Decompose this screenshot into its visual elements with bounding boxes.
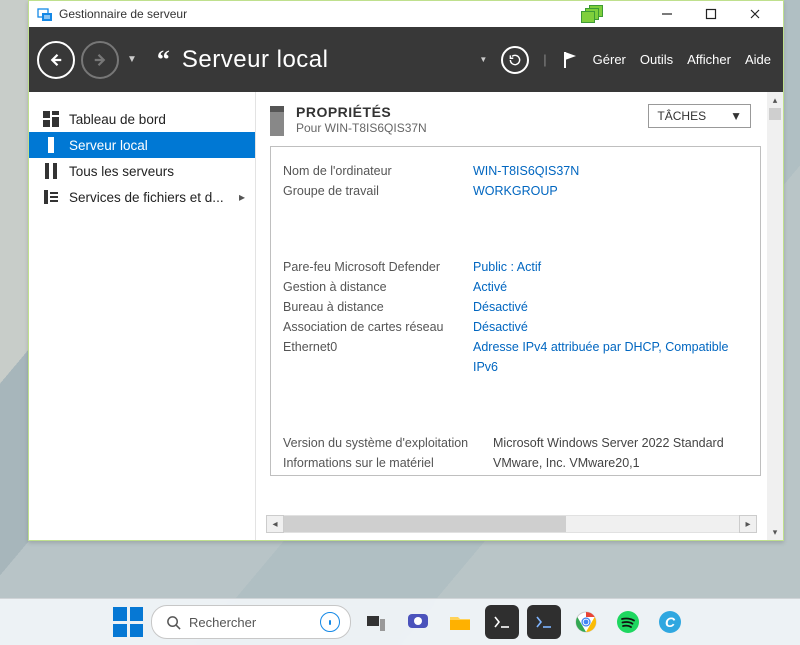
chat-icon[interactable] xyxy=(320,612,340,632)
taskbar-c-app-icon[interactable]: C xyxy=(653,605,687,639)
sidebar-item-label: Tableau de bord xyxy=(69,112,166,127)
sidebar-item-label: Tous les serveurs xyxy=(69,164,174,179)
taskbar: Rechercher C xyxy=(0,598,800,645)
scroll-down-arrow-icon[interactable]: ▾ xyxy=(767,524,783,540)
properties-panel: Nom de l'ordinateurWIN-T8IS6QIS37N Group… xyxy=(270,146,761,476)
menu-view[interactable]: Afficher xyxy=(687,52,731,67)
scroll-right-arrow-icon[interactable]: ▸ xyxy=(739,515,757,533)
taskbar-chrome-icon[interactable] xyxy=(569,605,603,639)
taskbar-search[interactable]: Rechercher xyxy=(151,605,351,639)
start-button[interactable] xyxy=(113,607,143,637)
history-dropdown-icon[interactable]: ▼ xyxy=(127,54,137,65)
dashboard-icon xyxy=(43,111,59,127)
maximize-button[interactable] xyxy=(689,2,733,26)
panel-title: PROPRIÉTÉS xyxy=(296,104,427,120)
notifications-flag-icon[interactable] xyxy=(561,50,579,70)
taskbar-explorer-icon[interactable] xyxy=(443,605,477,639)
titlebar: Gestionnaire de serveur xyxy=(29,1,783,27)
chevron-right-icon: ▸ xyxy=(239,190,245,204)
menu-tools[interactable]: Outils xyxy=(640,52,673,67)
back-button[interactable] xyxy=(37,41,75,79)
prop-val-firewall[interactable]: Public : Actif xyxy=(473,257,541,277)
taskbar-taskview-icon[interactable] xyxy=(359,605,393,639)
minimize-button[interactable] xyxy=(645,2,689,26)
taskbar-terminal2-icon[interactable] xyxy=(527,605,561,639)
file-services-icon xyxy=(43,189,59,205)
separator: | xyxy=(543,52,546,67)
prop-lbl-firewall: Pare-feu Microsoft Defender xyxy=(283,257,473,277)
search-placeholder: Rechercher xyxy=(189,615,256,630)
app-icon xyxy=(37,6,53,22)
breadcrumb-dropdown-icon[interactable]: ▼ xyxy=(479,55,487,64)
tasks-dropdown-button[interactable]: TÂCHES ▼ xyxy=(648,104,751,128)
close-button[interactable] xyxy=(733,2,777,26)
taskbar-spotify-icon[interactable] xyxy=(611,605,645,639)
forward-button[interactable] xyxy=(81,41,119,79)
header: ▼ “ Serveur local ▼ | Gérer Outils Affic… xyxy=(29,27,783,92)
search-icon xyxy=(166,615,181,630)
prop-lbl-remote-desktop: Bureau à distance xyxy=(283,297,473,317)
window-title: Gestionnaire de serveur xyxy=(59,7,187,21)
prop-val-workgroup[interactable]: WORKGROUP xyxy=(473,181,558,201)
sidebar-item-local-server[interactable]: Serveur local xyxy=(29,132,255,158)
scroll-left-arrow-icon[interactable]: ◂ xyxy=(266,515,284,533)
server-icon xyxy=(43,137,59,153)
prop-val-ethernet[interactable]: Adresse IPv4 attribuée par DHCP, Compati… xyxy=(473,337,748,377)
content: PROPRIÉTÉS Pour WIN-T8IS6QIS37N TÂCHES ▼… xyxy=(256,92,783,540)
breadcrumb-quote-icon: “ xyxy=(157,45,170,75)
prop-lbl-ethernet: Ethernet0 xyxy=(283,337,473,377)
menu-manage[interactable]: Gérer xyxy=(593,52,626,67)
refresh-button[interactable] xyxy=(501,46,529,74)
horizontal-scrollbar[interactable]: ◂ ▸ xyxy=(266,516,757,532)
sidebar-item-dashboard[interactable]: Tableau de bord xyxy=(29,106,255,132)
caret-down-icon: ▼ xyxy=(730,109,742,123)
prop-lbl-nic-teaming: Association de cartes réseau xyxy=(283,317,473,337)
cascade-windows-icon[interactable] xyxy=(581,5,605,23)
prop-val-os-version: Microsoft Windows Server 2022 Standard xyxy=(493,433,724,453)
tasks-label: TÂCHES xyxy=(657,109,706,123)
prop-val-nic-teaming[interactable]: Désactivé xyxy=(473,317,528,337)
properties-glyph-icon xyxy=(270,106,284,136)
sidebar-item-all-servers[interactable]: Tous les serveurs xyxy=(29,158,255,184)
sidebar-item-label: Services de fichiers et d... xyxy=(69,190,224,205)
server-manager-window: Gestionnaire de serveur ▼ xyxy=(28,0,784,541)
sidebar-item-label: Serveur local xyxy=(69,138,148,153)
vertical-scrollbar[interactable]: ▴ ▾ xyxy=(767,92,783,540)
scroll-up-arrow-icon[interactable]: ▴ xyxy=(767,92,783,108)
prop-val-computer-name[interactable]: WIN-T8IS6QIS37N xyxy=(473,161,579,181)
svg-text:C: C xyxy=(665,614,676,630)
prop-lbl-computer-name: Nom de l'ordinateur xyxy=(283,161,473,181)
taskbar-teams-icon[interactable] xyxy=(401,605,435,639)
prop-val-hw-info: VMware, Inc. VMware20,1 xyxy=(493,453,640,473)
prop-lbl-hw-info: Informations sur le matériel xyxy=(283,453,493,473)
sidebar-item-file-services[interactable]: Services de fichiers et d... ▸ xyxy=(29,184,255,210)
prop-lbl-os-version: Version du système d'exploitation xyxy=(283,433,493,453)
prop-lbl-workgroup: Groupe de travail xyxy=(283,181,473,201)
servers-icon xyxy=(43,163,59,179)
taskbar-terminal1-icon[interactable] xyxy=(485,605,519,639)
prop-val-remote-mgmt[interactable]: Activé xyxy=(473,277,507,297)
sidebar: Tableau de bord Serveur local Tous les s… xyxy=(29,92,256,540)
menu-help[interactable]: Aide xyxy=(745,52,771,67)
page-title: Serveur local xyxy=(182,46,329,74)
prop-val-remote-desktop[interactable]: Désactivé xyxy=(473,297,528,317)
prop-lbl-remote-mgmt: Gestion à distance xyxy=(283,277,473,297)
panel-subtitle: Pour WIN-T8IS6QIS37N xyxy=(296,121,427,135)
